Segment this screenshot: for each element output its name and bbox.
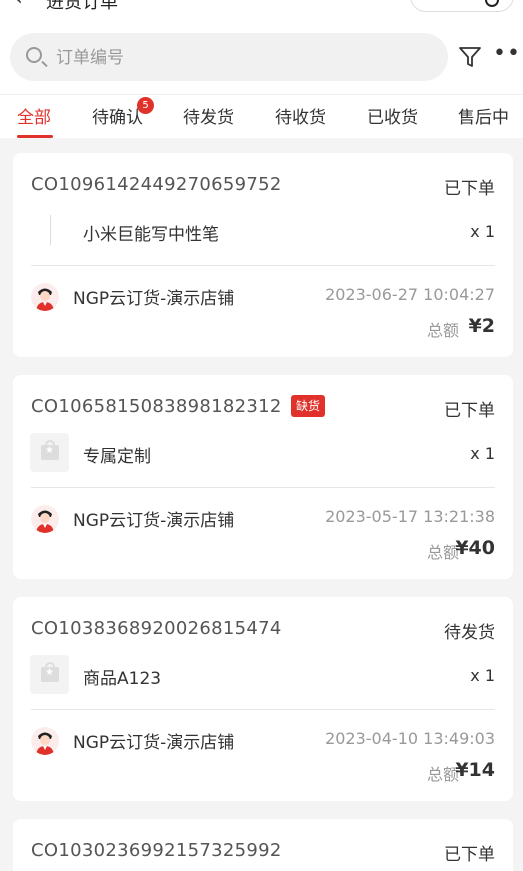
more-icon[interactable]: ••• — [493, 41, 523, 66]
avatar — [31, 727, 59, 755]
search-box[interactable] — [10, 33, 448, 83]
divider — [31, 265, 495, 266]
order-amount: ¥2 — [468, 315, 495, 337]
shop-name: NGP云订货-演示店铺 — [73, 733, 235, 753]
order-time: 2023-04-10 13:49:03 — [325, 729, 495, 748]
tab-pending-receive[interactable]: 待收货 — [275, 103, 326, 128]
order-status: 已下单 — [444, 401, 495, 421]
pending-count-badge: 5 — [137, 97, 154, 114]
product-name: 商品A123 — [83, 669, 162, 689]
out-of-stock-tag: 缺货 — [291, 395, 326, 417]
order-number: CO1096142449270659752 — [31, 174, 282, 195]
shop-name: NGP云订货-演示店铺 — [73, 511, 235, 531]
status-tabs: 全部 待确认 5 待发货 待收货 已收货 售后中 — [0, 94, 523, 138]
search-input[interactable] — [54, 33, 438, 83]
order-number: CO1065815083898182312 — [31, 396, 282, 417]
order-card[interactable]: CO1096142449270659752 已下单 小米巨能写中性笔 x 1 N… — [13, 153, 513, 357]
total-label: 总额 — [427, 321, 460, 340]
product-name: 小米巨能写中性笔 — [83, 225, 219, 245]
divider — [31, 709, 495, 710]
order-status: 已下单 — [444, 179, 495, 199]
product-quantity: x 1 — [470, 666, 495, 685]
tab-after-sales[interactable]: 售后中 — [458, 103, 509, 128]
product-quantity: x 1 — [470, 222, 495, 241]
shop-name: NGP云订货-演示店铺 — [73, 289, 235, 309]
order-number: CO1038368920026815474 — [31, 618, 282, 639]
tab-pending-ship[interactable]: 待发货 — [183, 103, 234, 128]
order-time: 2023-06-27 10:04:27 — [325, 285, 495, 304]
order-amount: ¥14 — [455, 759, 495, 781]
product-thumbnail — [30, 433, 69, 472]
order-time: 2023-05-17 13:21:38 — [325, 507, 495, 526]
order-card[interactable]: CO1038368920026815474 待发货 商品A123 x 1 NGP… — [13, 597, 513, 801]
order-amount: ¥40 — [455, 537, 495, 559]
product-quantity: x 1 — [470, 444, 495, 463]
order-card[interactable]: CO1065815083898182312 缺货 已下单 专属定制 x 1 NG… — [13, 375, 513, 579]
order-status: 待发货 — [444, 623, 495, 643]
product-placeholder-icon — [41, 662, 59, 682]
page-title: 进货订单 — [46, 0, 118, 13]
search-bar: ••• — [0, 14, 523, 94]
divider — [31, 487, 495, 488]
product-thumbnail — [50, 215, 51, 245]
total-label: 总额 — [427, 543, 460, 562]
active-tab-indicator — [17, 135, 53, 138]
total-label: 总额 — [427, 765, 460, 784]
close-icon[interactable] — [485, 0, 499, 7]
avatar — [31, 283, 59, 311]
order-card[interactable]: CO1030236992157325992 已下单 — [13, 819, 513, 871]
tab-all[interactable]: 全部 — [17, 103, 51, 128]
avatar — [31, 505, 59, 533]
tab-received[interactable]: 已收货 — [367, 103, 418, 128]
product-name: 专属定制 — [83, 447, 151, 467]
product-placeholder-icon — [41, 440, 59, 460]
back-icon[interactable]: ‹ — [14, 0, 23, 11]
filter-icon[interactable] — [458, 45, 482, 69]
order-status: 已下单 — [444, 845, 495, 865]
product-thumbnail — [30, 655, 69, 694]
tab-pending-confirm[interactable]: 待确认 — [92, 103, 143, 128]
mini-program-capsule[interactable] — [410, 0, 514, 12]
order-number: CO1030236992157325992 — [31, 840, 282, 861]
nav-bar: ‹ 进货订单 — [0, 0, 523, 14]
search-icon — [26, 47, 42, 63]
